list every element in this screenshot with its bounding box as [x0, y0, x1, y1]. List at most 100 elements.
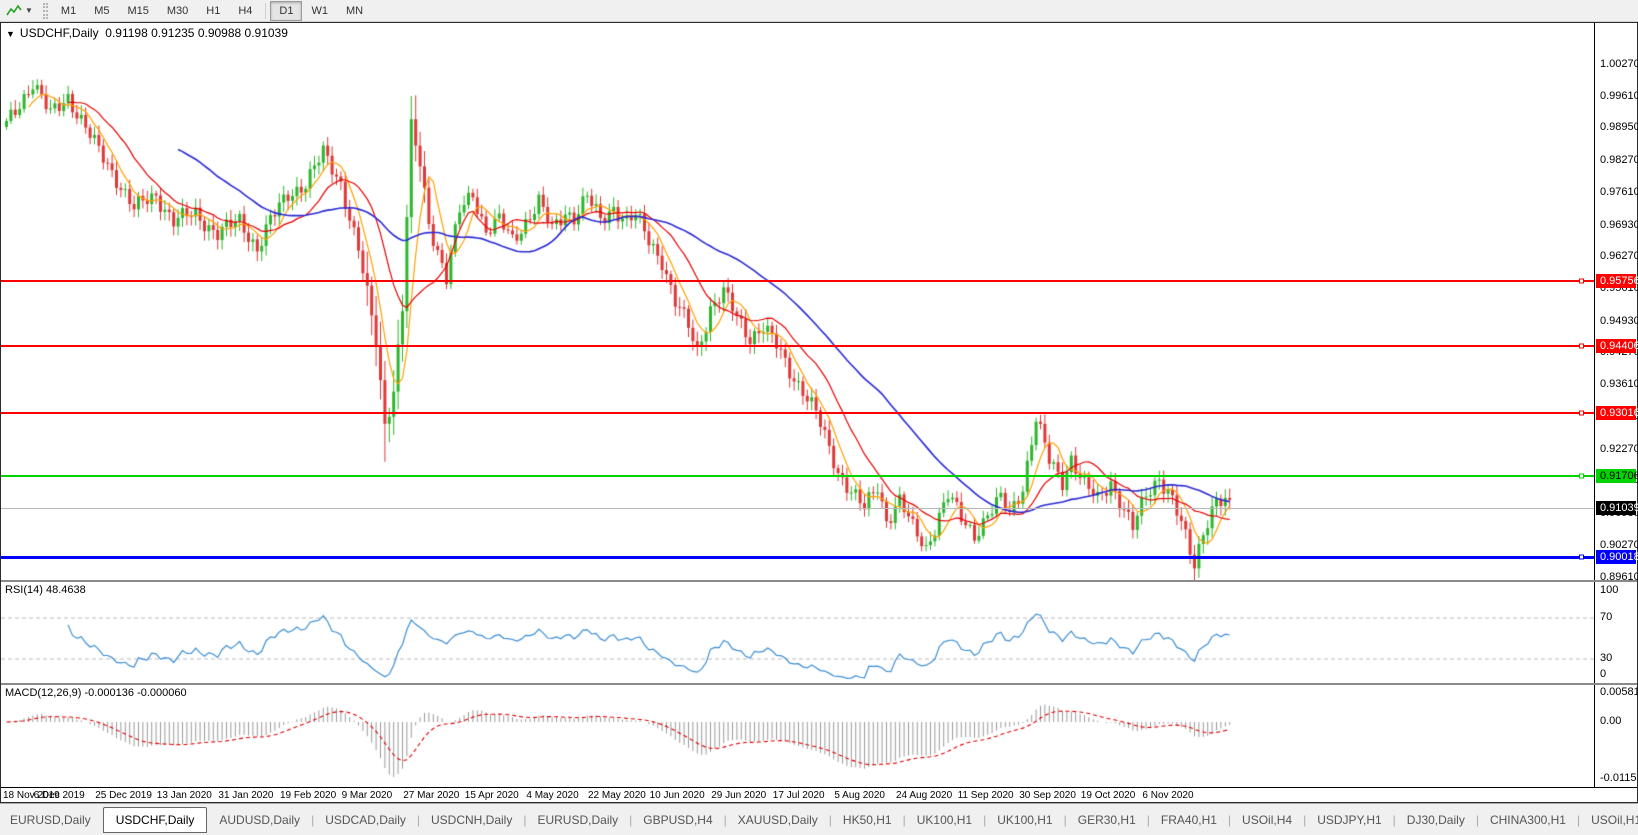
price-badge-0.91706: 0.91706: [1596, 468, 1638, 483]
price-axis-label: 0.97610: [1600, 185, 1638, 198]
chart-window: ▼ USDCHF,Daily 0.91198 0.91235 0.90988 0.…: [0, 22, 1638, 803]
current-price-badge: 0.91039: [1596, 500, 1638, 515]
chart-symbol: USDCHF,Daily: [19, 26, 99, 40]
indicators-icon[interactable]: ▼: [0, 1, 39, 21]
horizontal-line-0.90018[interactable]: [1, 554, 1594, 560]
date-axis-label: 19 Oct 2020: [1080, 790, 1136, 801]
date-axis-label: 11 Sep 2020: [957, 790, 1014, 801]
date-axis-label: 31 Jan 2020: [218, 790, 274, 801]
date-axis-label: 29 Jun 2020: [711, 790, 767, 801]
price-axis-label: 0.99610: [1600, 89, 1638, 102]
toolbar-grip[interactable]: [42, 2, 48, 19]
tab-USDCAD-Daily[interactable]: USDCAD,Daily: [315, 809, 416, 831]
date-axis-label: 24 Aug 2020: [896, 790, 953, 801]
tab-FRA40-H1[interactable]: FRA40,H1: [1151, 809, 1227, 831]
tab-GER30-H1[interactable]: GER30,H1: [1068, 809, 1146, 831]
line-handle[interactable]: [1579, 410, 1584, 416]
indicator-line-glyph: [6, 4, 22, 15]
horizontal-line-0.93016[interactable]: [1, 410, 1594, 416]
price-axis-label: 1.00270: [1600, 57, 1638, 70]
macd-chart-area[interactable]: MACD(12,26,9) -0.000136 -0.000060: [1, 685, 1594, 787]
date-axis-label: 10 Jun 2020: [649, 790, 705, 801]
price-axis-label: 0.94930: [1600, 314, 1638, 327]
timeframe-button-M5[interactable]: M5: [85, 1, 118, 21]
tab-USDJPY-H1[interactable]: USDJPY,H1: [1307, 809, 1391, 831]
tab-EURUSD-Daily[interactable]: EURUSD,Daily: [527, 809, 628, 831]
timeframe-button-M1[interactable]: M1: [52, 1, 85, 21]
timeframe-button-H4[interactable]: H4: [229, 1, 261, 21]
date-axis-label: 22 May 2020: [588, 790, 646, 801]
price-badge-0.93016: 0.93016: [1596, 405, 1638, 420]
price-axis-label: 0.96270: [1600, 250, 1638, 263]
timeframe-button-W1[interactable]: W1: [302, 1, 337, 21]
price-axis-label: 0.98950: [1600, 121, 1638, 134]
tab-CHINA300-H1[interactable]: CHINA300,H1: [1480, 809, 1576, 831]
tab-DJ30-Daily[interactable]: DJ30,Daily: [1397, 809, 1475, 831]
macd-axis-label: 0.00: [1600, 715, 1622, 727]
macd-pane: MACD(12,26,9) -0.000136 -0.000060 0.0058…: [1, 685, 1638, 787]
line-handle[interactable]: [1579, 278, 1584, 284]
line-handle[interactable]: [1579, 473, 1584, 479]
tab-GBPUSD-H4[interactable]: GBPUSD,H4: [633, 809, 722, 831]
chart-dropdown-icon[interactable]: ▼: [6, 29, 15, 39]
timeframe-button-M15[interactable]: M15: [118, 1, 157, 21]
rsi-axis: 100 70 30 0: [1594, 582, 1637, 683]
tab-USOil-H4[interactable]: USOil,H4: [1232, 809, 1302, 831]
current-price-line: [1, 507, 1594, 509]
date-axis-label: 13 Jan 2020: [156, 790, 212, 801]
candlestick-canvas[interactable]: [1, 23, 1594, 580]
date-axis-label: 30 Sep 2020: [1019, 790, 1076, 801]
line-handle[interactable]: [1579, 343, 1584, 349]
rsi-chart-area[interactable]: RSI(14) 48.4638: [1, 582, 1594, 683]
macd-label: MACD(12,26,9) -0.000136 -0.000060: [5, 687, 187, 699]
tab-AUDUSD-Daily[interactable]: AUDUSD,Daily: [209, 809, 310, 831]
chart-ohlc-values: 0.91198 0.91235 0.90988 0.91039: [105, 26, 288, 40]
timeframe-button-D1[interactable]: D1: [270, 0, 303, 21]
date-axis-label: 6 Nov 2020: [1142, 790, 1194, 801]
macd-canvas[interactable]: [1, 685, 1594, 787]
tab-XAUUSD-Daily[interactable]: XAUUSD,Daily: [728, 809, 828, 831]
top-toolbar: ▼ M1 M5 M15 M30 H1 H4 D1 W1 MN: [0, 0, 1638, 22]
line-handle[interactable]: [1579, 554, 1584, 560]
tab-UK100-H1[interactable]: UK100,H1: [907, 809, 982, 831]
timeframe-button-H1[interactable]: H1: [197, 1, 229, 21]
tab-EURUSD-Daily[interactable]: EURUSD,Daily: [0, 809, 101, 831]
date-axis-label: 15 Apr 2020: [464, 790, 519, 801]
date-axis-label: 25 Dec 2019: [95, 790, 152, 801]
main-chart-area[interactable]: ▼ USDCHF,Daily 0.91198 0.91235 0.90988 0.…: [1, 23, 1594, 580]
price-axis-label: 0.98270: [1600, 154, 1638, 167]
date-axis-label: 27 Mar 2020: [403, 790, 460, 801]
horizontal-line-0.94406[interactable]: [1, 343, 1594, 349]
macd-axis-label: 0.005818: [1600, 686, 1638, 698]
tab-HK50-H1[interactable]: HK50,H1: [833, 809, 902, 831]
chart-tabs-bar: EURUSD,Daily USDCHF,Daily AUDUSD,Daily | USD…: [0, 803, 1638, 835]
date-axis-label: 19 Feb 2020: [280, 790, 337, 801]
date-axis: 18 Nov 2019 6 Dec 2019 25 Dec 2019 13 Jan 2…: [1, 787, 1637, 802]
price-axis: 1.00270 0.99610 0.98950 0.98270 0.97610 0.969…: [1594, 23, 1638, 583]
price-badge-0.94406: 0.94406: [1596, 338, 1638, 353]
date-axis-label: 4 May 2020: [526, 790, 579, 801]
rsi-label: RSI(14) 48.4638: [5, 584, 86, 596]
date-axis-label: 5 Aug 2020: [834, 790, 885, 801]
toolbar-separator: [265, 2, 267, 19]
price-axis-label: 0.92270: [1600, 442, 1638, 455]
horizontal-line-0.95756[interactable]: [1, 278, 1594, 284]
chevron-down-icon[interactable]: ▼: [25, 6, 33, 15]
main-price-pane: ▼ USDCHF,Daily 0.91198 0.91235 0.90988 0.…: [1, 23, 1638, 583]
rsi-axis-label: 0: [1600, 668, 1607, 680]
tab-USOil-H1[interactable]: USOil,H1: [1581, 809, 1638, 831]
tab-UK100-H1[interactable]: UK100,H1: [987, 809, 1062, 831]
price-axis-label: 0.96930: [1600, 218, 1638, 231]
rsi-axis-label: 30: [1600, 652, 1613, 664]
macd-axis: 0.005818 0.00 -0.011514: [1594, 685, 1638, 787]
timeframe-button-M30[interactable]: M30: [158, 1, 197, 21]
date-axis-label: 6 Dec 2019: [33, 790, 85, 801]
price-badge-0.95756: 0.95756: [1596, 274, 1638, 288]
chart-title: ▼ USDCHF,Daily 0.91198 0.91235 0.90988 0.…: [6, 26, 288, 40]
tab-USDCNH-Daily[interactable]: USDCNH,Daily: [421, 809, 522, 831]
timeframe-button-MN[interactable]: MN: [337, 1, 372, 21]
rsi-axis-label: 100: [1600, 584, 1619, 596]
horizontal-line-0.91706[interactable]: [1, 473, 1594, 479]
rsi-canvas[interactable]: [1, 582, 1594, 683]
tab-USDCHF-Daily[interactable]: USDCHF,Daily: [102, 806, 208, 833]
